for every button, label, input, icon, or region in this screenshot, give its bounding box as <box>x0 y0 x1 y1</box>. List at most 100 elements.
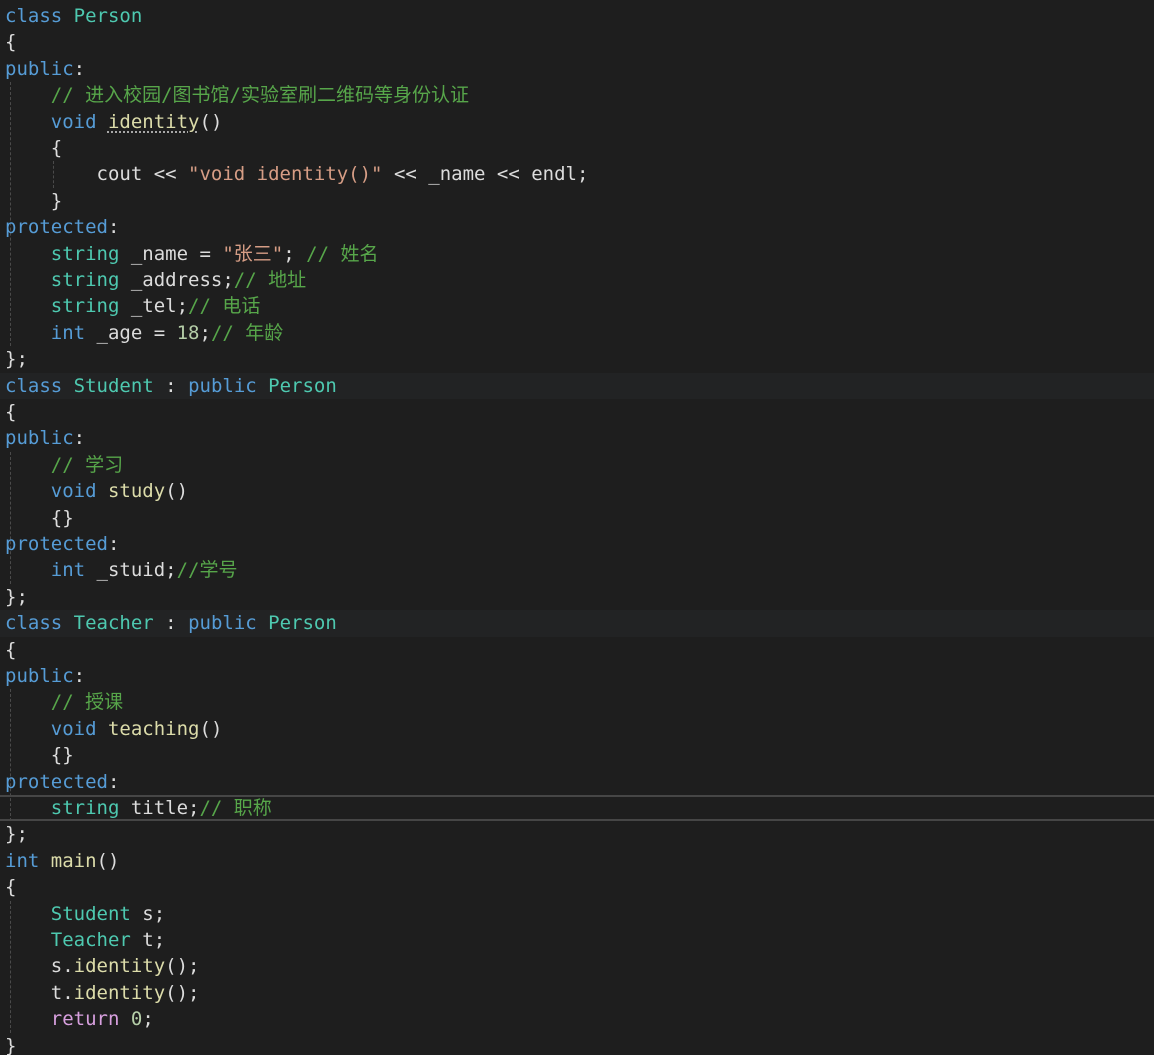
code-line[interactable]: } <box>0 188 1154 214</box>
code-line[interactable]: { <box>0 637 1154 663</box>
code-line[interactable]: Student s; <box>0 901 1154 927</box>
code-line[interactable]: }; <box>0 584 1154 610</box>
code-line-text: }; <box>0 348 28 370</box>
code-line[interactable]: // 授课 <box>0 689 1154 715</box>
code-line[interactable]: Teacher t; <box>0 927 1154 953</box>
code-line[interactable]: }; <box>0 346 1154 372</box>
code-line-text: { <box>0 401 16 423</box>
code-line[interactable]: public: <box>0 663 1154 689</box>
code-line-text: } <box>0 190 62 212</box>
code-line[interactable]: int main() <box>0 848 1154 874</box>
code-line-text: public: <box>0 58 85 80</box>
code-token: public <box>5 427 74 450</box>
code-token: int <box>5 849 40 872</box>
code-token: << _name << endl; <box>382 163 589 186</box>
code-line[interactable]: void teaching() <box>0 716 1154 742</box>
code-line[interactable]: string _tel;// 电话 <box>0 293 1154 319</box>
code-line-text: public: <box>0 665 85 687</box>
code-token: // 授课 <box>50 691 124 714</box>
code-token: : <box>73 57 86 80</box>
code-line[interactable]: void study() <box>0 478 1154 504</box>
code-line-text: { <box>0 876 16 898</box>
code-line-text: Student s; <box>0 903 165 925</box>
code-token: : <box>107 770 120 793</box>
code-line-text: {} <box>0 744 74 766</box>
code-line-text: t.identity(); <box>0 982 200 1004</box>
code-line[interactable]: protected: <box>0 214 1154 240</box>
code-line[interactable]: { <box>0 29 1154 55</box>
code-line[interactable]: int _age = 18;// 年龄 <box>0 320 1154 346</box>
code-token: void <box>50 717 97 740</box>
code-line[interactable]: { <box>0 874 1154 900</box>
code-line[interactable]: string _address;// 地址 <box>0 267 1154 293</box>
code-token: Student <box>73 374 154 397</box>
code-token: { <box>5 401 17 423</box>
code-line-text: int _age = 18;// 年龄 <box>0 322 284 344</box>
code-token: class <box>5 374 63 397</box>
code-line-text: Teacher t; <box>0 929 165 951</box>
code-line[interactable]: string title;// 职称 <box>0 795 1154 822</box>
code-token: identity <box>73 955 166 978</box>
code-line[interactable]: public: <box>0 425 1154 451</box>
code-token: : <box>153 374 189 397</box>
code-line-text: return 0; <box>0 1008 154 1030</box>
code-token: return <box>50 1008 120 1031</box>
code-token: protected <box>5 770 108 793</box>
code-token: void <box>50 480 97 503</box>
code-token: : <box>107 216 120 239</box>
code-line[interactable]: t.identity(); <box>0 980 1154 1006</box>
code-token: // 地址 <box>233 269 307 291</box>
code-token: void <box>50 110 97 133</box>
code-line[interactable]: // 进入校园/图书馆/实验室刷二维码等身份认证 <box>0 82 1154 108</box>
code-line[interactable]: protected: <box>0 769 1154 795</box>
code-token: string <box>50 295 120 318</box>
code-token: s. <box>5 955 74 978</box>
code-line[interactable]: }; <box>0 821 1154 847</box>
code-token: : <box>73 665 86 687</box>
code-line-text: void teaching() <box>0 717 223 740</box>
code-line[interactable]: public: <box>0 56 1154 82</box>
code-line-text: // 学习 <box>0 454 123 476</box>
code-line-text: string _tel;// 电话 <box>0 295 261 318</box>
code-token: () <box>96 849 120 872</box>
code-editor[interactable]: class Person {public: // 进入校园/图书馆/实验室刷二维码… <box>0 0 1154 1055</box>
code-line[interactable]: {} <box>0 505 1154 531</box>
code-token: { <box>5 876 17 899</box>
code-line[interactable]: cout << "void identity()" << _name << en… <box>0 161 1154 187</box>
code-line-text: s.identity(); <box>0 955 200 978</box>
code-line[interactable]: { <box>0 135 1154 161</box>
code-line[interactable]: } <box>0 1033 1154 1055</box>
code-token: _name = <box>119 242 223 265</box>
code-line[interactable]: // 学习 <box>0 452 1154 478</box>
code-line-text: {} <box>0 507 74 529</box>
code-line[interactable]: string _name = "张三"; // 姓名 <box>0 241 1154 267</box>
code-token: }; <box>5 348 28 371</box>
code-line-text: { <box>0 137 62 159</box>
code-line[interactable]: void identity() <box>0 109 1154 135</box>
code-token: Student <box>50 902 131 925</box>
code-token: {} <box>5 744 74 767</box>
code-line[interactable]: int _stuid;//学号 <box>0 557 1154 583</box>
code-line-text: protected: <box>0 216 119 238</box>
code-line[interactable]: return 0; <box>0 1006 1154 1032</box>
code-line[interactable]: protected: <box>0 531 1154 557</box>
code-line[interactable]: class Student : public Person <box>0 372 1154 399</box>
code-line[interactable]: {} <box>0 742 1154 768</box>
code-token: Person <box>268 374 337 397</box>
code-token: _stuid; <box>85 559 177 582</box>
code-line[interactable]: { <box>0 399 1154 425</box>
code-token: {} <box>5 506 74 529</box>
code-line[interactable]: s.identity(); <box>0 953 1154 979</box>
code-line-text: class Teacher : public Person <box>0 612 337 634</box>
code-line[interactable]: class Teacher : public Person <box>0 610 1154 637</box>
code-line[interactable]: class Person <box>0 3 1154 29</box>
code-token: () <box>199 110 223 133</box>
code-token: () <box>199 717 223 740</box>
